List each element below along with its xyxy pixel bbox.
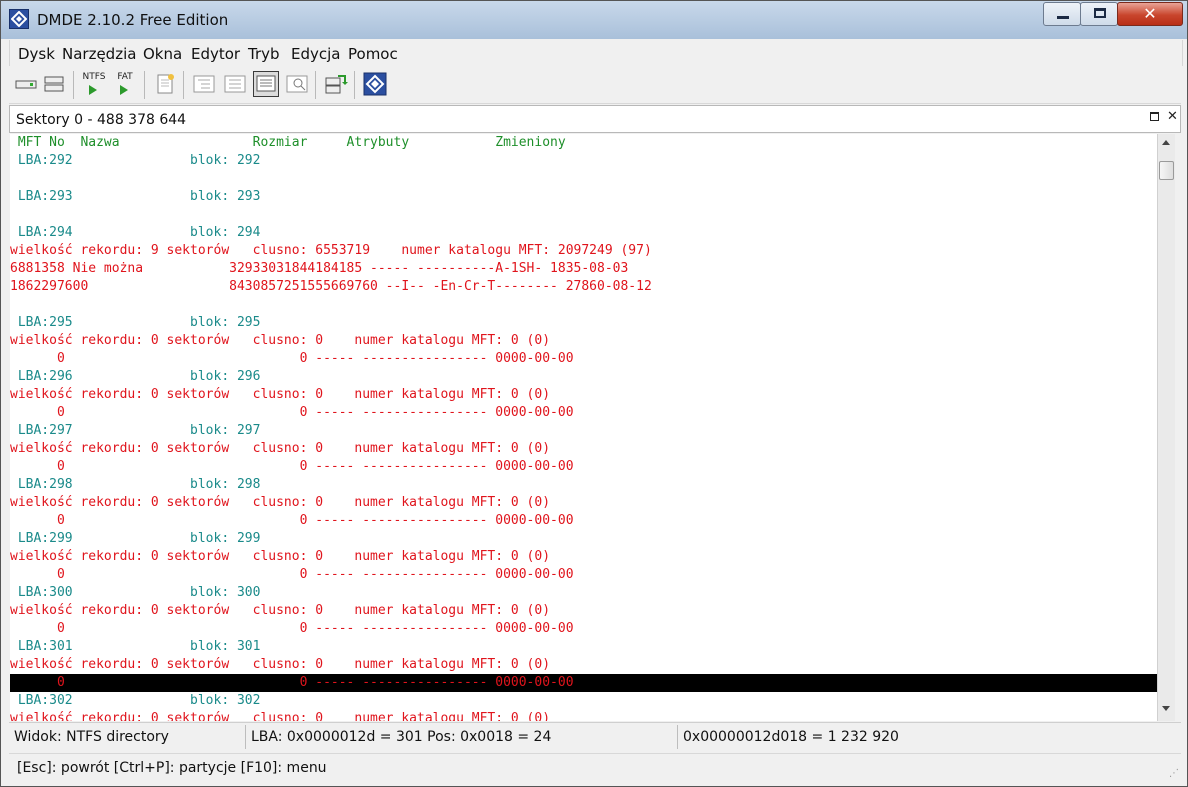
record-line[interactable]: 0 0 ----- ---------------- 0000-00-00 <box>10 350 1157 368</box>
toolbar: NTFS FAT <box>9 67 1181 104</box>
new-page-icon <box>157 74 174 94</box>
lba-line[interactable]: LBA:297 blok: 297 <box>10 422 1157 440</box>
ntfs-label: NTFS <box>82 72 106 82</box>
scrollbar-thumb[interactable] <box>1159 161 1174 180</box>
lba-line[interactable]: LBA:296 blok: 296 <box>10 368 1157 386</box>
toolbar-separator <box>183 71 184 99</box>
record-line[interactable]: wielkość rekordu: 0 sektorów clusno: 0 n… <box>10 710 1157 721</box>
minimize-button[interactable] <box>1043 2 1081 26</box>
lba-line[interactable]: LBA:293 blok: 293 <box>10 188 1157 206</box>
menu-edytor[interactable]: Edytor <box>191 45 240 63</box>
partitions-icon <box>44 76 64 92</box>
minimize-icon <box>1057 16 1069 19</box>
recover-button[interactable] <box>323 71 349 97</box>
blank-line[interactable] <box>10 170 1157 188</box>
record-line[interactable]: 0 0 ----- ---------------- 0000-00-00 <box>10 404 1157 422</box>
sector-view-icon <box>256 75 276 92</box>
menu-tryb[interactable]: Tryb <box>248 45 280 63</box>
keyboard-hints: [Esc]: powrót [Ctrl+P]: partycje [F10]: … <box>17 760 327 776</box>
lba-line[interactable]: LBA:298 blok: 298 <box>10 476 1157 494</box>
lba-line[interactable]: LBA:292 blok: 292 <box>10 152 1157 170</box>
blank-line[interactable] <box>10 296 1157 314</box>
menu-edycja[interactable]: Edycja <box>291 45 340 63</box>
drive-select-button[interactable] <box>13 71 39 97</box>
panel-restore-icon[interactable] <box>1150 112 1159 121</box>
scroll-up-icon[interactable] <box>1162 140 1170 145</box>
hint-bar: [Esc]: powrót [Ctrl+P]: partycje [F10]: … <box>9 753 1181 782</box>
status-bar: Widok: NTFS directory LBA: 0x0000012d = … <box>9 722 1181 751</box>
list-view-icon <box>224 75 246 93</box>
vertical-scrollbar[interactable] <box>1157 134 1175 721</box>
maximize-icon <box>1094 8 1106 18</box>
panel-title: Sektory 0 - 488 378 644 <box>16 112 187 128</box>
title-bar[interactable]: DMDE 2.10.2 Free Edition ✕ <box>1 1 1187 39</box>
app-icon <box>9 9 29 29</box>
lba-line[interactable]: LBA:301 blok: 301 <box>10 638 1157 656</box>
toolbar-separator <box>144 71 145 99</box>
new-page-button[interactable] <box>152 71 178 97</box>
lba-line[interactable]: LBA:300 blok: 300 <box>10 584 1157 602</box>
listing-header: MFT No Nazwa Rozmiar Atrybuty Zmieniony <box>10 135 566 150</box>
toolbar-separator <box>354 71 355 99</box>
record-line[interactable]: wielkość rekordu: 0 sektorów clusno: 0 n… <box>10 494 1157 512</box>
play-icon <box>89 85 97 95</box>
record-line[interactable]: 0 0 ----- ---------------- 0000-00-00 <box>10 566 1157 584</box>
panel-header: Sektory 0 - 488 378 644 ✕ <box>9 105 1181 133</box>
menu-pomoc[interactable]: Pomoc <box>348 45 398 63</box>
partitions-button[interactable] <box>41 71 67 97</box>
record-line[interactable]: wielkość rekordu: 0 sektorów clusno: 0 n… <box>10 602 1157 620</box>
lba-line[interactable]: LBA:294 blok: 294 <box>10 224 1157 242</box>
lba-line[interactable]: LBA:299 blok: 299 <box>10 530 1157 548</box>
record-line[interactable]: 0 0 ----- ---------------- 0000-00-00 <box>10 620 1157 638</box>
app-window: DMDE 2.10.2 Free Edition ✕ Dysk Narzędzi… <box>0 0 1188 787</box>
search-button[interactable] <box>284 71 310 97</box>
mft-listing[interactable]: MFT No Nazwa Rozmiar Atrybuty Zmieniony … <box>10 134 1157 721</box>
list-view-button[interactable] <box>222 71 248 97</box>
toolbar-separator <box>315 71 316 99</box>
record-line[interactable]: wielkość rekordu: 0 sektorów clusno: 0 n… <box>10 386 1157 404</box>
lba-line[interactable]: LBA:295 blok: 295 <box>10 314 1157 332</box>
drive-icon <box>15 80 37 89</box>
record-line[interactable]: wielkość rekordu: 0 sektorów clusno: 0 n… <box>10 548 1157 566</box>
status-offset: 0x00000012d018 = 1 232 920 <box>683 729 899 745</box>
panel-close-icon[interactable]: ✕ <box>1167 109 1178 124</box>
menu-bar: Dysk Narzędzia Okna Edytor Tryb Edycja P… <box>9 40 1183 66</box>
sector-view-button[interactable] <box>253 71 279 97</box>
menu-narzedzia[interactable]: Narzędzia <box>62 45 136 63</box>
record-line[interactable]: wielkość rekordu: 0 sektorów clusno: 0 n… <box>10 440 1157 458</box>
lba-line[interactable]: LBA:302 blok: 302 <box>10 692 1157 710</box>
maximize-button[interactable] <box>1080 2 1118 26</box>
play-icon <box>120 85 128 95</box>
fat-button[interactable]: FAT <box>112 71 138 97</box>
record-line[interactable]: 0 0 ----- ---------------- 0000-00-00 <box>10 512 1157 530</box>
record-line[interactable]: 0 0 ----- ---------------- 0000-00-00 <box>10 458 1157 476</box>
status-position: LBA: 0x0000012d = 301 Pos: 0x0018 = 24 <box>251 729 552 745</box>
record-line[interactable]: 0 0 ----- ---------------- 0000-00-00 <box>10 674 1157 692</box>
fat-label: FAT <box>117 72 133 82</box>
recover-arrow-icon <box>325 75 348 94</box>
dmde-logo-icon <box>363 72 387 96</box>
record-line[interactable]: wielkość rekordu: 9 sektorów clusno: 655… <box>10 242 1157 260</box>
record-line[interactable]: 6881358 Nie można 32933031844184185 ----… <box>10 260 1157 278</box>
close-icon: ✕ <box>1143 4 1157 23</box>
scroll-down-icon[interactable] <box>1162 706 1170 711</box>
tree-view-icon <box>193 75 215 93</box>
record-line[interactable]: 1862297600 8430857251555669760 --I-- -En… <box>10 278 1157 296</box>
record-line[interactable]: wielkość rekordu: 0 sektorów clusno: 0 n… <box>10 656 1157 674</box>
about-button[interactable] <box>362 71 388 97</box>
resize-grip-icon[interactable]: ⋰ <box>1169 768 1179 779</box>
close-button[interactable]: ✕ <box>1117 2 1183 26</box>
window-title: DMDE 2.10.2 Free Edition <box>37 11 229 29</box>
menu-dysk[interactable]: Dysk <box>18 45 55 63</box>
record-line[interactable]: wielkość rekordu: 0 sektorów clusno: 0 n… <box>10 332 1157 350</box>
toolbar-separator <box>73 71 74 99</box>
tree-view-button[interactable] <box>191 71 217 97</box>
status-view: Widok: NTFS directory <box>14 729 169 745</box>
blank-line[interactable] <box>10 206 1157 224</box>
search-icon <box>286 75 308 93</box>
menu-okna[interactable]: Okna <box>143 45 182 63</box>
ntfs-button[interactable]: NTFS <box>81 71 107 97</box>
